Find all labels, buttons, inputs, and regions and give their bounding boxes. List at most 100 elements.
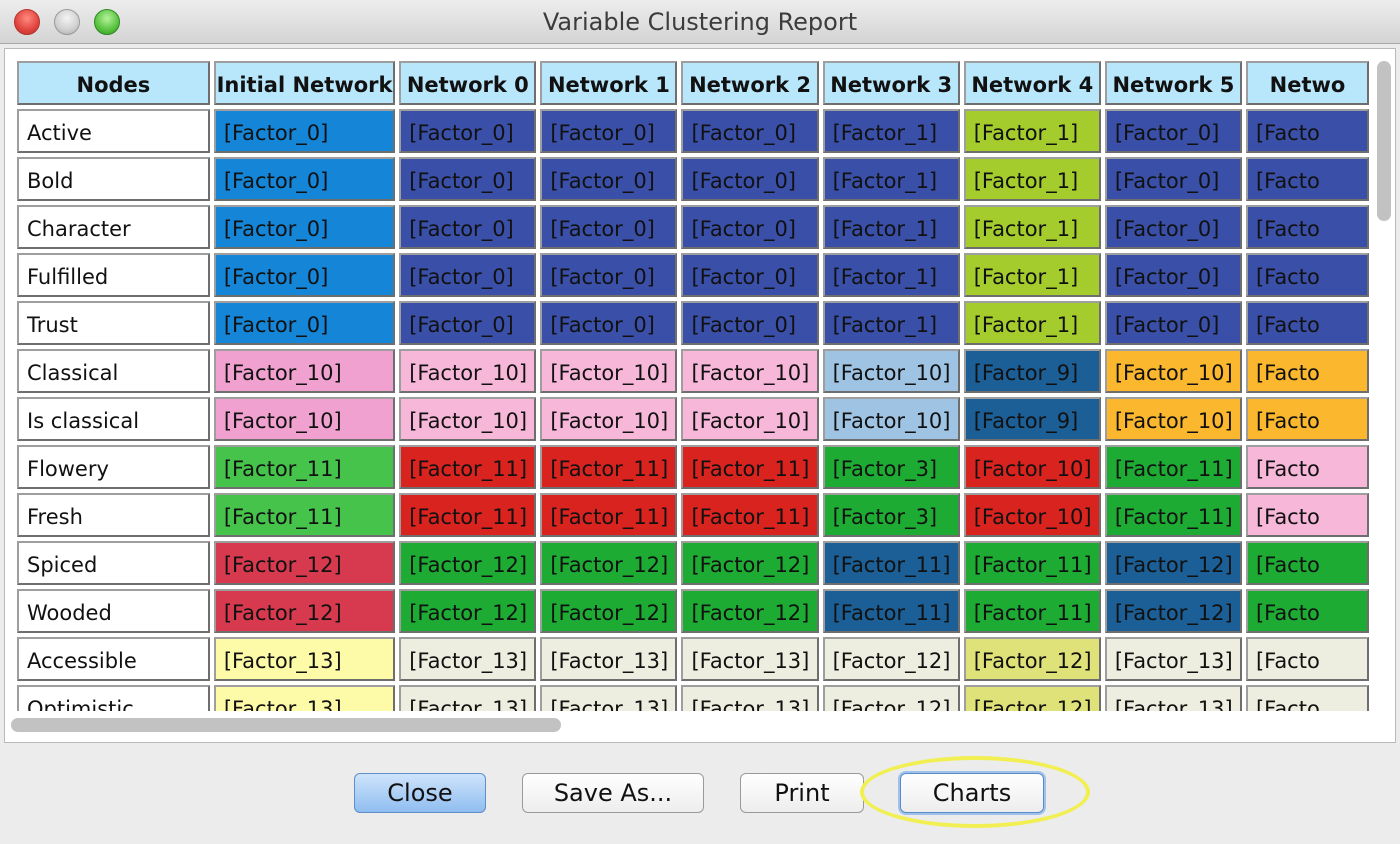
node-cell[interactable]: Fulfilled: [15, 251, 212, 299]
factor-cell[interactable]: [Factor_12]: [1102, 539, 1244, 587]
column-header[interactable]: Netwo: [1243, 59, 1371, 107]
factor-cell[interactable]: [Facto: [1243, 251, 1371, 299]
factor-cell[interactable]: [Factor_0]: [679, 155, 821, 203]
table-row[interactable]: Active [Factor_0] [Factor_0] [Factor_0] [Fac…: [15, 107, 1371, 155]
table-row[interactable]: Flowery [Factor_11] [Factor_11] [Factor_11]…: [15, 443, 1371, 491]
column-header[interactable]: Network 3: [820, 59, 962, 107]
factor-cell[interactable]: [Factor_11]: [211, 443, 398, 491]
factor-cell[interactable]: [Facto: [1243, 203, 1371, 251]
factor-cell[interactable]: [Factor_0]: [1102, 203, 1244, 251]
factor-cell[interactable]: [Facto: [1243, 635, 1371, 683]
factor-cell[interactable]: [Factor_13]: [211, 635, 398, 683]
factor-cell[interactable]: [Factor_0]: [211, 203, 398, 251]
factor-cell[interactable]: [Factor_12]: [1102, 587, 1244, 635]
table-row[interactable]: Is classical [Factor_10] [Factor_10] [Facto…: [15, 395, 1371, 443]
factor-cell[interactable]: [Factor_12]: [820, 683, 962, 711]
factor-cell[interactable]: [Factor_0]: [211, 251, 398, 299]
factor-cell[interactable]: [Facto: [1243, 347, 1371, 395]
table-row[interactable]: Trust [Factor_0] [Factor_0] [Factor_0] [Fact…: [15, 299, 1371, 347]
factor-cell[interactable]: [Factor_1]: [961, 299, 1103, 347]
factor-cell[interactable]: [Factor_12]: [538, 587, 680, 635]
factor-cell[interactable]: [Factor_13]: [211, 683, 398, 711]
factor-cell[interactable]: [Facto: [1243, 395, 1371, 443]
factor-cell[interactable]: [Factor_10]: [538, 347, 680, 395]
column-header[interactable]: Network 1: [538, 59, 680, 107]
factor-cell[interactable]: [Factor_11]: [397, 443, 539, 491]
factor-cell[interactable]: [Facto: [1243, 107, 1371, 155]
column-header[interactable]: Network 4: [961, 59, 1103, 107]
node-cell[interactable]: Classical: [15, 347, 212, 395]
factor-cell[interactable]: [Factor_1]: [820, 251, 962, 299]
factor-cell[interactable]: [Factor_10]: [679, 395, 821, 443]
factor-cell[interactable]: [Factor_12]: [211, 587, 398, 635]
node-cell[interactable]: Optimistic: [15, 683, 212, 711]
factor-cell[interactable]: [Factor_11]: [1102, 443, 1244, 491]
node-cell[interactable]: Spiced: [15, 539, 212, 587]
factor-cell[interactable]: [Factor_11]: [211, 491, 398, 539]
table-row[interactable]: Accessible [Factor_13] [Factor_13] [Factor_…: [15, 635, 1371, 683]
factor-cell[interactable]: [Factor_0]: [397, 107, 539, 155]
factor-cell[interactable]: [Factor_0]: [1102, 299, 1244, 347]
node-cell[interactable]: Character: [15, 203, 212, 251]
factor-cell[interactable]: [Factor_0]: [679, 203, 821, 251]
factor-cell[interactable]: [Factor_10]: [211, 395, 398, 443]
factor-cell[interactable]: [Factor_1]: [961, 155, 1103, 203]
factor-cell[interactable]: [Factor_0]: [211, 299, 398, 347]
node-cell[interactable]: Flowery: [15, 443, 212, 491]
factor-cell[interactable]: [Factor_11]: [397, 491, 539, 539]
close-button[interactable]: Close: [354, 773, 486, 813]
factor-cell[interactable]: [Factor_10]: [679, 347, 821, 395]
factor-cell[interactable]: [Factor_13]: [679, 683, 821, 711]
factor-cell[interactable]: [Factor_0]: [538, 299, 680, 347]
factor-cell[interactable]: [Factor_13]: [397, 683, 539, 711]
factor-cell[interactable]: [Factor_0]: [397, 299, 539, 347]
node-cell[interactable]: Accessible: [15, 635, 212, 683]
factor-cell[interactable]: [Factor_10]: [820, 395, 962, 443]
factor-cell[interactable]: [Factor_3]: [820, 443, 962, 491]
table-row[interactable]: Classical [Factor_10] [Factor_10] [Factor_1…: [15, 347, 1371, 395]
node-cell[interactable]: Is classical: [15, 395, 212, 443]
factor-cell[interactable]: [Factor_12]: [397, 539, 539, 587]
node-cell[interactable]: Wooded: [15, 587, 212, 635]
factor-cell[interactable]: [Factor_3]: [820, 491, 962, 539]
factor-cell[interactable]: [Factor_0]: [1102, 155, 1244, 203]
factor-cell[interactable]: [Factor_10]: [1102, 395, 1244, 443]
print-button[interactable]: Print: [740, 773, 864, 813]
table-row[interactable]: Fulfilled [Factor_0] [Factor_0] [Factor_0][…: [15, 251, 1371, 299]
factor-cell[interactable]: [Factor_11]: [820, 587, 962, 635]
factor-cell[interactable]: [Factor_10]: [211, 347, 398, 395]
save-as-button[interactable]: Save As...: [522, 773, 704, 813]
table-row[interactable]: Fresh [Factor_11] [Factor_11] [Factor_11] [F…: [15, 491, 1371, 539]
factor-cell[interactable]: [Factor_10]: [1102, 347, 1244, 395]
factor-cell[interactable]: [Factor_10]: [538, 395, 680, 443]
factor-cell[interactable]: [Facto: [1243, 155, 1371, 203]
factor-cell[interactable]: [Factor_13]: [397, 635, 539, 683]
factor-cell[interactable]: [Factor_12]: [961, 635, 1103, 683]
factor-cell[interactable]: [Factor_9]: [961, 395, 1103, 443]
factor-cell[interactable]: [Facto: [1243, 443, 1371, 491]
node-cell[interactable]: Trust: [15, 299, 212, 347]
factor-cell[interactable]: [Factor_13]: [1102, 683, 1244, 711]
horizontal-scrollbar[interactable]: [11, 718, 561, 732]
table-viewport[interactable]: Nodes Initial Network Network 0 Network 1 Ne…: [15, 59, 1371, 711]
table-row[interactable]: Wooded [Factor_12] [Factor_12] [Factor_12][…: [15, 587, 1371, 635]
factor-cell[interactable]: [Factor_12]: [538, 539, 680, 587]
column-header[interactable]: Initial Network: [211, 59, 398, 107]
factor-cell[interactable]: [Factor_12]: [961, 683, 1103, 711]
column-header[interactable]: Network 2: [679, 59, 821, 107]
table-row[interactable]: Bold [Factor_0] [Factor_0] [Factor_0] [Facto…: [15, 155, 1371, 203]
factor-cell[interactable]: [Factor_1]: [961, 107, 1103, 155]
factor-cell[interactable]: [Factor_0]: [538, 155, 680, 203]
factor-cell[interactable]: [Factor_11]: [538, 491, 680, 539]
factor-cell[interactable]: [Facto: [1243, 539, 1371, 587]
factor-cell[interactable]: [Factor_10]: [397, 395, 539, 443]
factor-cell[interactable]: [Factor_1]: [820, 203, 962, 251]
factor-cell[interactable]: [Factor_13]: [538, 683, 680, 711]
factor-cell[interactable]: [Factor_0]: [538, 203, 680, 251]
column-header[interactable]: Network 5: [1102, 59, 1244, 107]
factor-cell[interactable]: [Factor_12]: [397, 587, 539, 635]
factor-cell[interactable]: [Factor_1]: [820, 155, 962, 203]
factor-cell[interactable]: [Facto: [1243, 683, 1371, 711]
factor-cell[interactable]: [Factor_1]: [820, 299, 962, 347]
factor-cell[interactable]: [Factor_1]: [820, 107, 962, 155]
